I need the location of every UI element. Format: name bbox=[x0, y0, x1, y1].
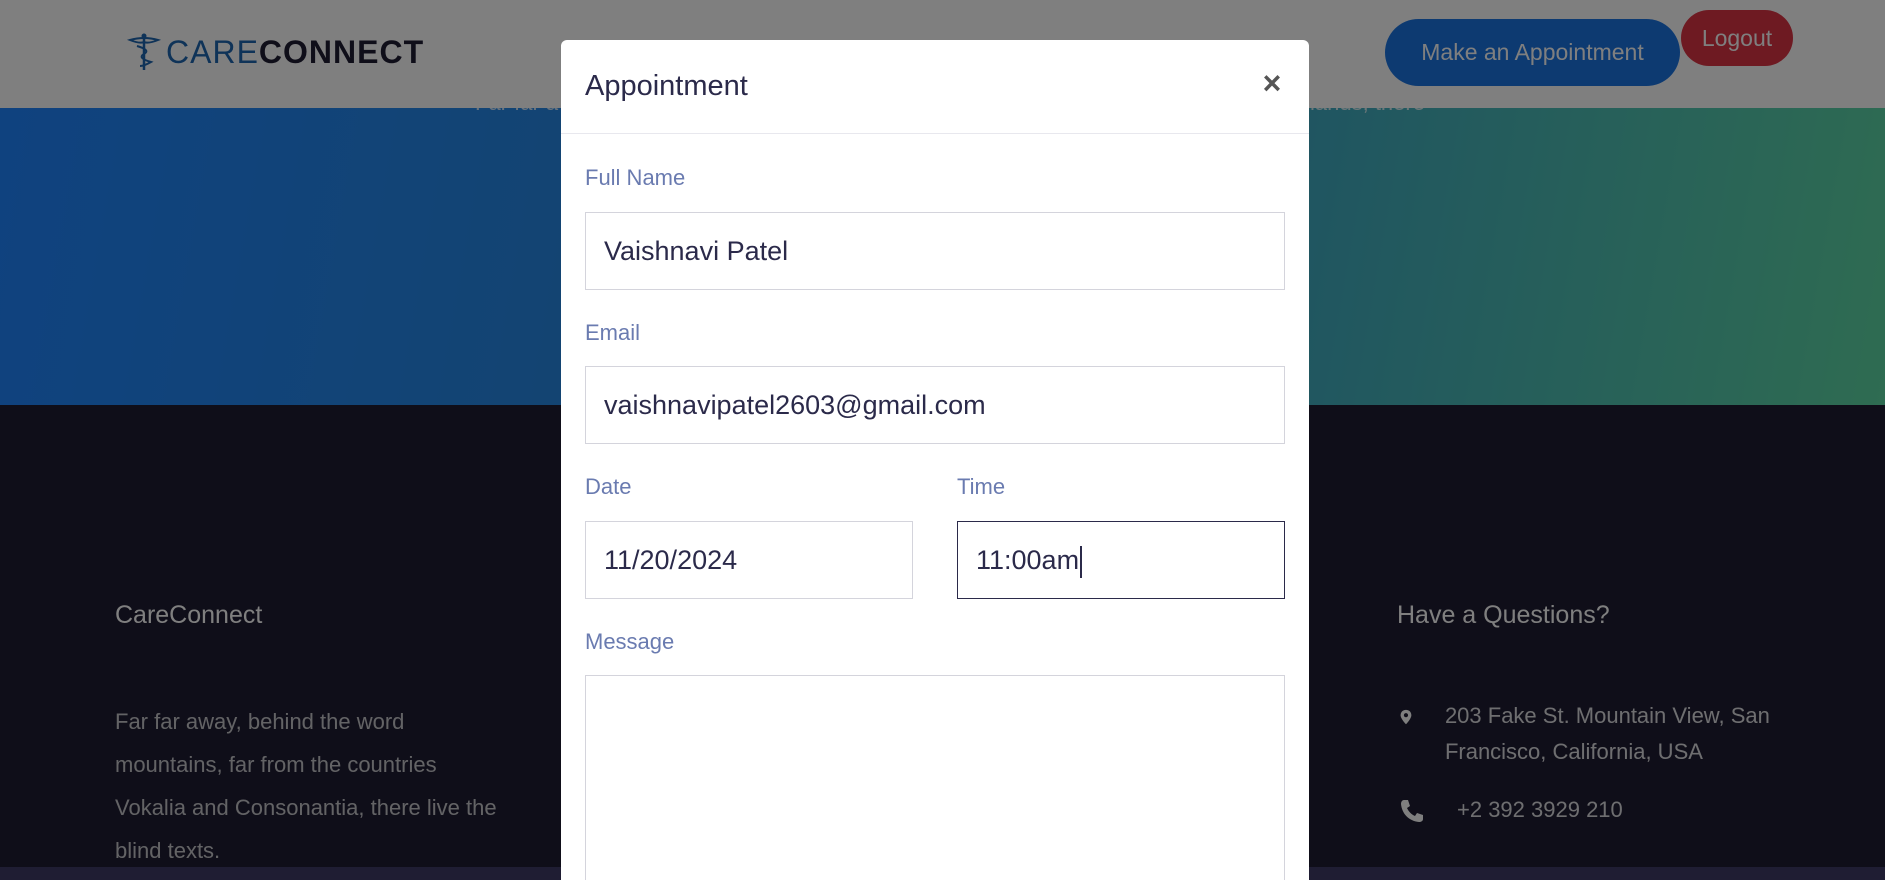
modal-header: Appointment × bbox=[561, 40, 1309, 134]
message-textarea[interactable] bbox=[585, 675, 1285, 880]
email-label: Email bbox=[585, 320, 641, 345]
full-name-input[interactable]: Vaishnavi Patel bbox=[585, 212, 1285, 290]
date-label: Date bbox=[585, 474, 632, 499]
full-name-label: Full Name bbox=[585, 165, 686, 190]
date-input[interactable]: 11/20/2024 bbox=[585, 521, 913, 599]
appointment-modal: Appointment × Full Name Vaishnavi Patel … bbox=[561, 40, 1309, 880]
message-label: Message bbox=[585, 629, 675, 654]
text-caret bbox=[1080, 545, 1083, 578]
time-input[interactable]: 11:00am bbox=[957, 521, 1285, 599]
email-input[interactable]: vaishnavipatel2603@gmail.com bbox=[585, 366, 1285, 444]
time-label: Time bbox=[957, 474, 1006, 499]
time-input-value: 11:00am bbox=[976, 545, 1080, 575]
modal-title: Appointment bbox=[585, 70, 748, 102]
close-icon[interactable]: × bbox=[1257, 66, 1287, 100]
